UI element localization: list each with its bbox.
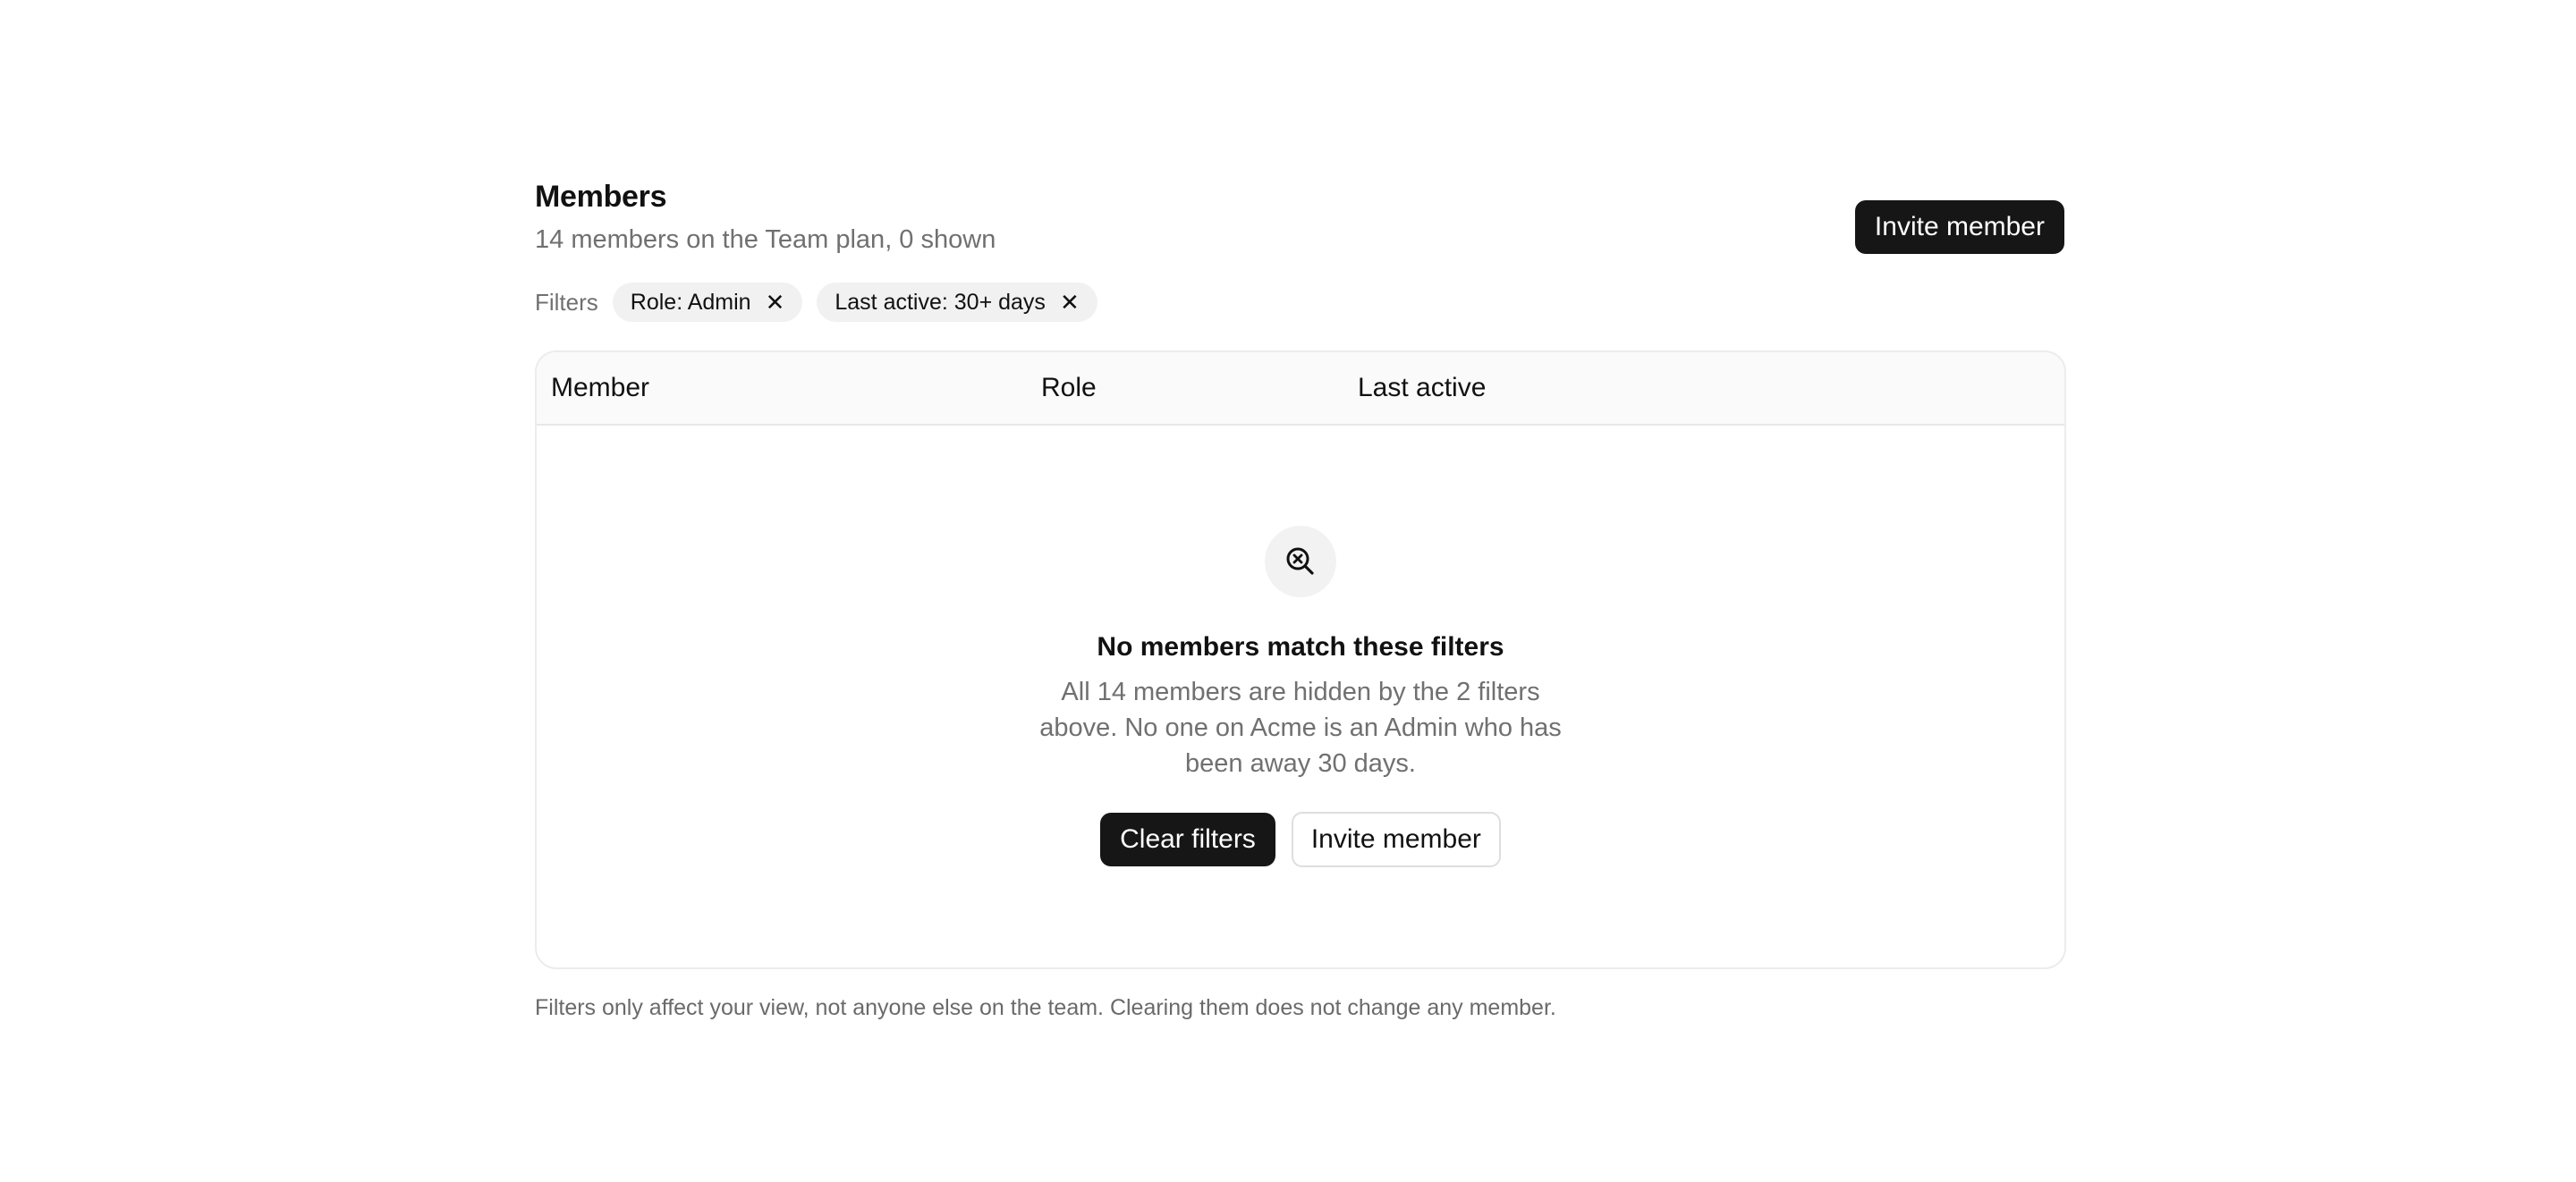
search-x-icon-svg <box>1286 547 1314 575</box>
empty-state-actions: Clear filters Invite member <box>1100 812 1501 867</box>
filter-chip-label: Last active: 30+ days <box>835 289 1046 315</box>
members-table: Member Role Last active No members match… <box>535 350 2066 969</box>
empty-state-description: All 14 members are hidden by the 2 filte… <box>1039 678 1562 778</box>
clear-filters-button[interactable]: Clear filters <box>1100 813 1275 866</box>
page-subtitle: 14 members on the Team plan, 0 shown <box>535 225 996 254</box>
page-title: Members <box>535 180 667 214</box>
invite-member-secondary-button[interactable]: Invite member <box>1291 812 1501 867</box>
header-text: Members 14 members on the Team plan, 0 s… <box>535 179 996 258</box>
column-header-last-active[interactable]: Last active <box>1358 373 1486 403</box>
table-header: Member Role Last active <box>537 352 2064 426</box>
column-header-member[interactable]: Member <box>537 373 1041 403</box>
members-page: Members 14 members on the Team plan, 0 s… <box>535 179 2066 1023</box>
empty-state: No members match these filters All 14 me… <box>537 426 2064 867</box>
column-header-role[interactable]: Role <box>1041 373 1358 403</box>
close-icon[interactable]: ✕ <box>766 291 785 314</box>
filters-footnote: Filters only affect your view, not anyon… <box>535 995 1556 1020</box>
filter-bar: Filters Role: Admin ✕ Last active: 30+ d… <box>535 283 2064 322</box>
filters-label: Filters <box>535 288 598 316</box>
close-icon[interactable]: ✕ <box>1060 291 1080 314</box>
filter-chip-role[interactable]: Role: Admin ✕ <box>612 283 803 322</box>
empty-state-title: No members match these filters <box>1097 632 1504 662</box>
invite-member-button[interactable]: Invite member <box>1854 200 2064 254</box>
filter-chip-label: Role: Admin <box>630 289 751 315</box>
page-header: Members 14 members on the Team plan, 0 s… <box>535 179 2064 258</box>
filter-chip-last-active[interactable]: Last active: 30+ days ✕ <box>817 283 1097 322</box>
search-x-icon <box>1265 526 1336 597</box>
